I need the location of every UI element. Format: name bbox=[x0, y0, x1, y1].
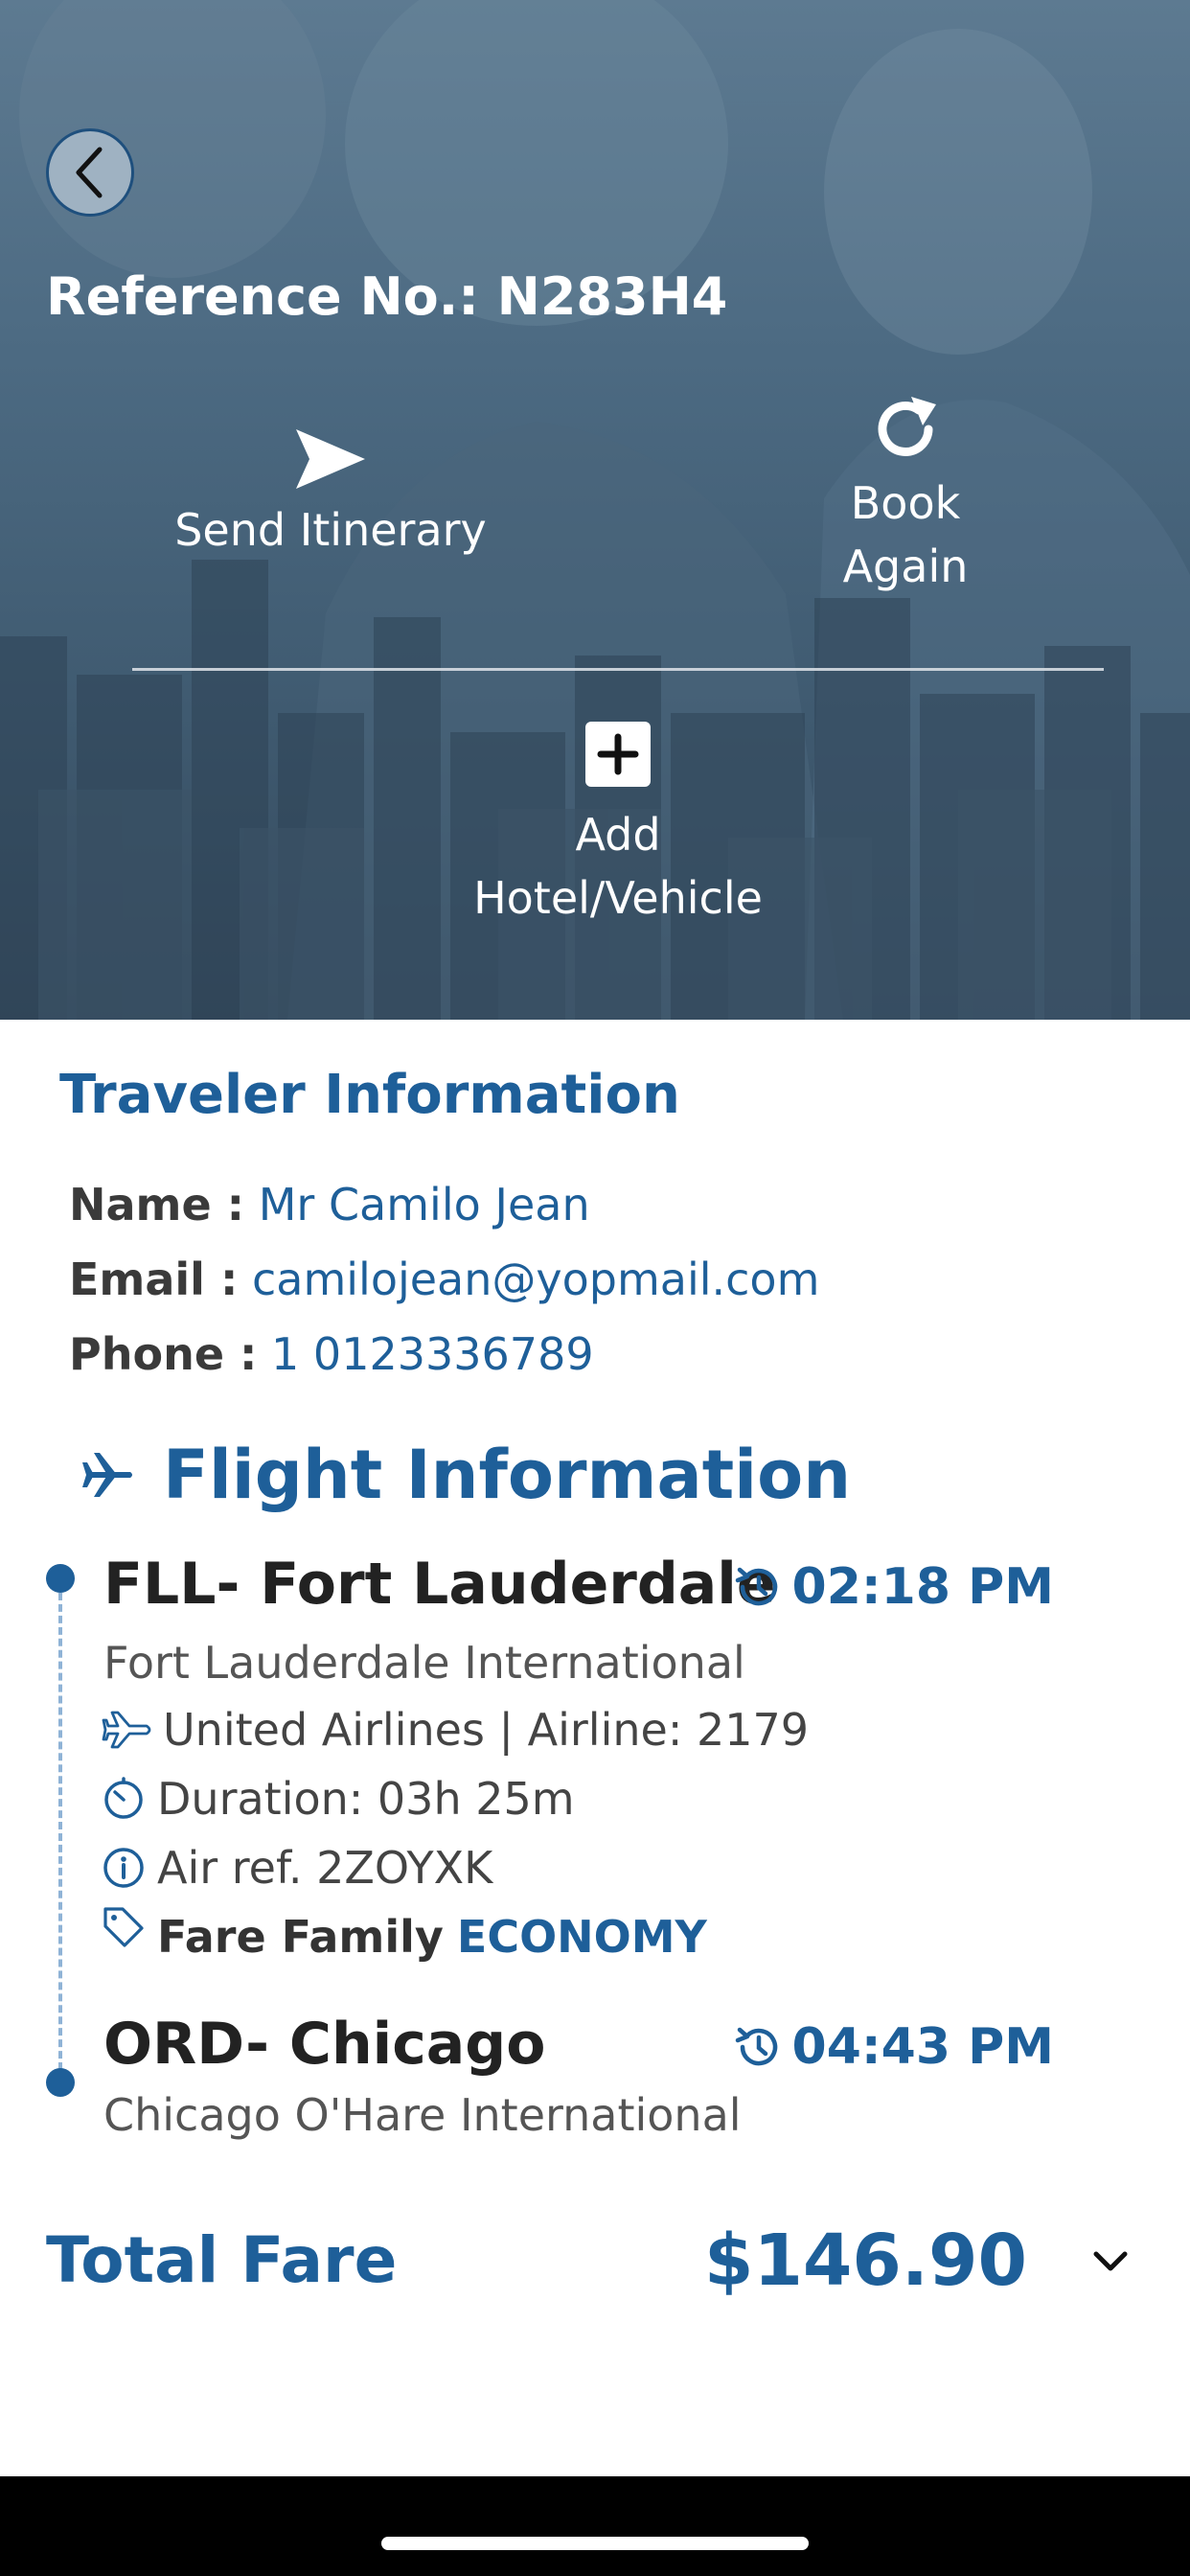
book-again-label-line2: Again bbox=[842, 540, 969, 592]
fare-family-row: Fare Family ECONOMY bbox=[102, 1907, 707, 1963]
chevron-left-icon bbox=[76, 147, 103, 198]
home-indicator-area bbox=[0, 2476, 1190, 2576]
total-fare-label: Total Fare bbox=[46, 2223, 398, 2297]
tag-icon bbox=[103, 1907, 144, 1947]
name-label: Name : bbox=[69, 1179, 245, 1230]
airplane-icon bbox=[82, 1453, 132, 1497]
total-fare-value: $146.90 bbox=[703, 2220, 1027, 2302]
send-itinerary-label: Send Itinerary bbox=[174, 504, 487, 556]
reference-number-title: Reference No.: N283H4 bbox=[46, 266, 728, 327]
book-again-label-line1: Book bbox=[850, 477, 961, 529]
chevron-down-icon[interactable] bbox=[1087, 2242, 1134, 2281]
arrival-city: ORD- Chicago bbox=[103, 2011, 546, 2078]
phone-label: Phone : bbox=[69, 1328, 258, 1380]
flight-information-header: Flight Information bbox=[82, 1436, 851, 1514]
departure-time: 02:18 PM bbox=[733, 1558, 1054, 1616]
airplane-outline-icon bbox=[102, 1711, 151, 1749]
hero-divider bbox=[132, 668, 1104, 671]
arrival-airport: Chicago O'Hare International bbox=[103, 2089, 742, 2141]
timer-icon bbox=[104, 1777, 143, 1819]
air-ref-row: Air ref. 2ZOYXK bbox=[102, 1842, 492, 1894]
hero-banner: Reference No.: N283H4 Send Itinerary Boo… bbox=[0, 0, 1190, 1020]
home-indicator[interactable] bbox=[381, 2537, 809, 2550]
book-again-button[interactable]: Book Again bbox=[786, 393, 1025, 598]
airline-text: United Airlines | Airline: 2179 bbox=[163, 1704, 810, 1756]
duration-row: Duration: 03h 25m bbox=[102, 1773, 575, 1825]
air-ref-text: Air ref. 2ZOYXK bbox=[157, 1842, 493, 1894]
name-value: Mr Camilo Jean bbox=[258, 1179, 590, 1230]
fare-family-label: Fare Family bbox=[157, 1911, 444, 1963]
traveler-information-title: Traveler Information bbox=[59, 1064, 680, 1126]
departure-time-value: 02:18 PM bbox=[791, 1558, 1054, 1616]
fare-family-value: ECONOMY bbox=[456, 1911, 707, 1963]
arrival-dot bbox=[46, 2068, 75, 2097]
info-icon bbox=[103, 1848, 144, 1888]
add-label-line1: Add bbox=[575, 809, 661, 861]
email-label: Email : bbox=[69, 1254, 239, 1305]
email-value[interactable]: camilojean@yopmail.com bbox=[252, 1254, 819, 1305]
traveler-name-row: Name : Mr Camilo Jean bbox=[69, 1179, 590, 1230]
flight-information-title: Flight Information bbox=[163, 1436, 852, 1514]
history-clock-icon bbox=[735, 1567, 777, 1606]
departure-airport: Fort Lauderdale International bbox=[103, 1637, 745, 1689]
traveler-email-row: Email : camilojean@yopmail.com bbox=[69, 1254, 819, 1305]
plus-square-icon bbox=[585, 722, 651, 787]
flight-timeline-line bbox=[58, 1581, 62, 2082]
arrival-time-value: 04:43 PM bbox=[791, 2018, 1054, 2076]
refresh-icon bbox=[878, 397, 936, 456]
add-hotel-vehicle-button[interactable]: Add Hotel/Vehicle bbox=[422, 721, 814, 930]
traveler-phone-row: Phone : 1 0123336789 bbox=[69, 1328, 594, 1380]
phone-value[interactable]: 1 0123336789 bbox=[271, 1328, 594, 1380]
send-itinerary-button[interactable]: Send Itinerary bbox=[153, 427, 508, 562]
add-label-line2: Hotel/Vehicle bbox=[473, 872, 763, 924]
back-button[interactable] bbox=[46, 128, 134, 217]
departure-city: FLL- Fort Lauderdale bbox=[103, 1551, 776, 1618]
duration-text: Duration: 03h 25m bbox=[157, 1773, 575, 1825]
paper-plane-icon bbox=[296, 429, 365, 489]
arrival-time: 04:43 PM bbox=[733, 2018, 1054, 2076]
departure-dot bbox=[46, 1564, 75, 1593]
airline-row: United Airlines | Airline: 2179 bbox=[102, 1704, 809, 1756]
history-clock-icon bbox=[735, 2027, 777, 2066]
